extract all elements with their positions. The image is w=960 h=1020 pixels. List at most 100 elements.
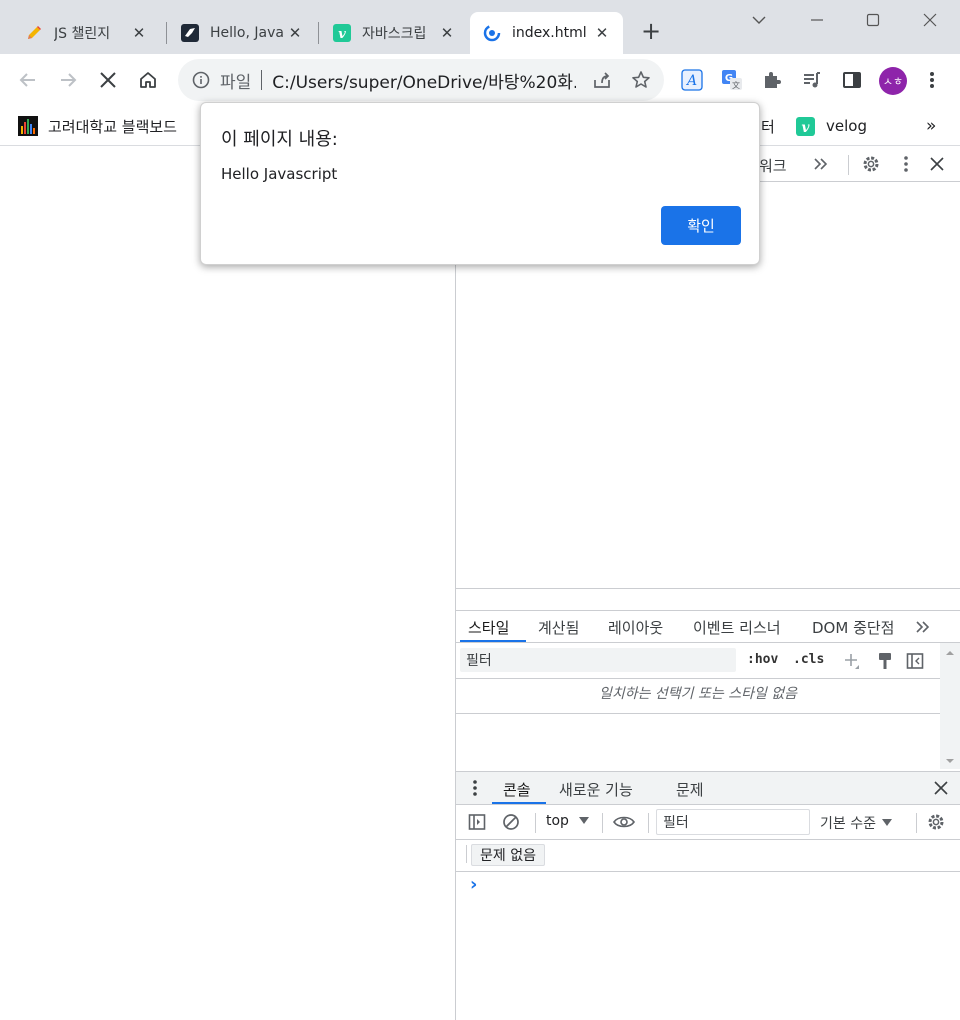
browser-menu-button[interactable] bbox=[916, 64, 948, 96]
selected-tab-indicator bbox=[492, 802, 546, 804]
minimize-button[interactable] bbox=[802, 8, 832, 32]
hover-state-toggle[interactable]: :hov bbox=[747, 652, 778, 667]
tab-whats-new[interactable]: 새로운 기능 bbox=[559, 779, 633, 800]
tab-strip: JS 챌린지 ✕ Hello, Java ✕ v 자바스크립 ✕ index.h… bbox=[0, 0, 960, 54]
console-prompt[interactable]: › bbox=[470, 874, 477, 895]
alert-dialog: 이 페이지 내용: Hello Javascript 확인 bbox=[200, 102, 760, 265]
scroll-down-icon bbox=[946, 759, 954, 763]
bird-icon bbox=[180, 23, 200, 43]
url-text[interactable]: C:/Users/super/OneDrive/바탕%20화... bbox=[272, 68, 576, 93]
console-filter-input[interactable]: 필터 bbox=[656, 809, 810, 835]
velog-icon: v bbox=[332, 23, 352, 43]
tab-issues[interactable]: 문제 bbox=[676, 779, 704, 800]
styles-scrollbar[interactable] bbox=[940, 643, 960, 769]
gear-icon bbox=[863, 156, 879, 172]
more-panes-button[interactable] bbox=[912, 617, 934, 637]
loading-icon bbox=[482, 23, 502, 43]
bookmark-partial[interactable]: 터 bbox=[761, 114, 775, 138]
console-settings-button[interactable] bbox=[924, 811, 948, 833]
tab-styles[interactable]: 스타일 bbox=[468, 617, 509, 638]
tab-console[interactable]: 콘솔 bbox=[503, 779, 531, 800]
share-icon[interactable] bbox=[592, 70, 612, 94]
side-panel-button[interactable] bbox=[836, 64, 868, 96]
font-icon: A bbox=[681, 69, 703, 91]
new-tab-button[interactable]: + bbox=[638, 17, 664, 45]
divider bbox=[456, 678, 940, 679]
tab-hello-java[interactable]: Hello, Java ✕ bbox=[168, 12, 316, 54]
address-bar[interactable]: 파일 C:/Users/super/OneDrive/바탕%20화... bbox=[178, 59, 664, 101]
media-control-button[interactable] bbox=[796, 64, 828, 96]
window-close-button[interactable] bbox=[915, 8, 945, 32]
translate-extension-button[interactable]: G文 bbox=[716, 64, 748, 96]
tab-computed[interactable]: 계산됨 bbox=[538, 617, 579, 638]
styles-filter-input[interactable]: 필터 bbox=[460, 648, 736, 672]
devtools-menu-button[interactable] bbox=[896, 153, 916, 175]
profile-avatar[interactable]: ㅅㅎ bbox=[879, 67, 907, 95]
context-label: top bbox=[546, 813, 569, 829]
plus-icon bbox=[845, 654, 859, 669]
dialog-message: Hello Javascript bbox=[221, 165, 338, 183]
dropdown-arrow-icon bbox=[578, 817, 589, 824]
live-expression-button[interactable] bbox=[612, 811, 636, 833]
close-icon[interactable]: ✕ bbox=[286, 24, 304, 42]
tab-network-partial[interactable]: 워크 bbox=[759, 155, 787, 176]
toggle-sidebar-button[interactable] bbox=[904, 650, 926, 672]
forward-button[interactable] bbox=[52, 64, 84, 96]
home-button[interactable] bbox=[132, 64, 164, 96]
tab-dom-breakpoints[interactable]: DOM 중단점 bbox=[812, 617, 894, 638]
arrow-right-icon bbox=[61, 73, 77, 87]
bookmark-velog[interactable]: v velog bbox=[796, 114, 867, 138]
sidebar-icon bbox=[468, 814, 486, 830]
close-icon[interactable]: ✕ bbox=[438, 24, 456, 42]
devtools-close-button[interactable] bbox=[926, 153, 948, 175]
minimize-icon bbox=[811, 19, 823, 21]
tab-label: index.html bbox=[512, 25, 587, 41]
divider bbox=[456, 713, 940, 714]
gear-icon bbox=[928, 814, 944, 830]
music-queue-icon bbox=[804, 72, 820, 88]
class-toggle[interactable]: .cls bbox=[793, 652, 824, 667]
divider bbox=[602, 813, 603, 833]
context-selector[interactable]: top bbox=[546, 813, 589, 829]
issues-button[interactable]: 문제 없음 bbox=[471, 844, 545, 866]
ok-button[interactable]: 확인 bbox=[661, 206, 741, 245]
new-style-rule-button[interactable] bbox=[840, 650, 862, 672]
rendering-emulation-button[interactable] bbox=[874, 650, 896, 672]
drawer-menu-button[interactable] bbox=[468, 778, 482, 798]
filter-placeholder: 필터 bbox=[663, 815, 689, 831]
back-button[interactable] bbox=[12, 64, 44, 96]
close-icon bbox=[930, 157, 944, 171]
puzzle-icon bbox=[765, 72, 781, 88]
tab-js-challenge[interactable]: JS 챌린지 ✕ bbox=[12, 12, 160, 54]
close-icon[interactable]: ✕ bbox=[130, 24, 148, 42]
bookmarks-overflow-button[interactable]: » bbox=[926, 114, 936, 138]
chevron-down-icon bbox=[752, 16, 766, 24]
devtools-settings-button[interactable] bbox=[860, 153, 882, 175]
tab-search-button[interactable] bbox=[744, 8, 774, 32]
drawer-close-button[interactable] bbox=[930, 777, 952, 799]
star-icon[interactable] bbox=[631, 70, 651, 94]
translate-icon: G文 bbox=[722, 70, 742, 90]
maximize-button[interactable] bbox=[858, 8, 888, 32]
console-sidebar-button[interactable] bbox=[466, 811, 488, 833]
divider bbox=[848, 155, 849, 175]
log-levels-dropdown[interactable]: 기본 수준 bbox=[820, 813, 892, 833]
tab-layout[interactable]: 레이아웃 bbox=[608, 617, 663, 638]
sidebar-icon bbox=[906, 653, 924, 669]
drawer-tab-bar bbox=[456, 771, 960, 805]
more-vert-icon bbox=[473, 780, 477, 796]
bookmark-blackboard[interactable]: 고려대학교 블랙보드 bbox=[18, 114, 177, 138]
dropdown-arrow-icon bbox=[881, 819, 892, 826]
tab-event-listeners[interactable]: 이벤트 리스너 bbox=[693, 617, 781, 638]
close-icon[interactable]: ✕ bbox=[593, 24, 611, 42]
tab-index-html[interactable]: index.html ✕ bbox=[470, 12, 623, 54]
extensions-button[interactable] bbox=[756, 64, 788, 96]
more-tabs-button[interactable] bbox=[810, 153, 832, 175]
clear-console-button[interactable] bbox=[500, 811, 522, 833]
close-icon bbox=[934, 781, 948, 795]
tab-javascript-velog[interactable]: v 자바스크립 ✕ bbox=[320, 12, 468, 54]
info-icon[interactable] bbox=[192, 71, 210, 89]
stop-loading-button[interactable] bbox=[92, 64, 124, 96]
dialog-title: 이 페이지 내용: bbox=[221, 129, 338, 150]
font-extension-button[interactable]: A bbox=[676, 64, 708, 96]
